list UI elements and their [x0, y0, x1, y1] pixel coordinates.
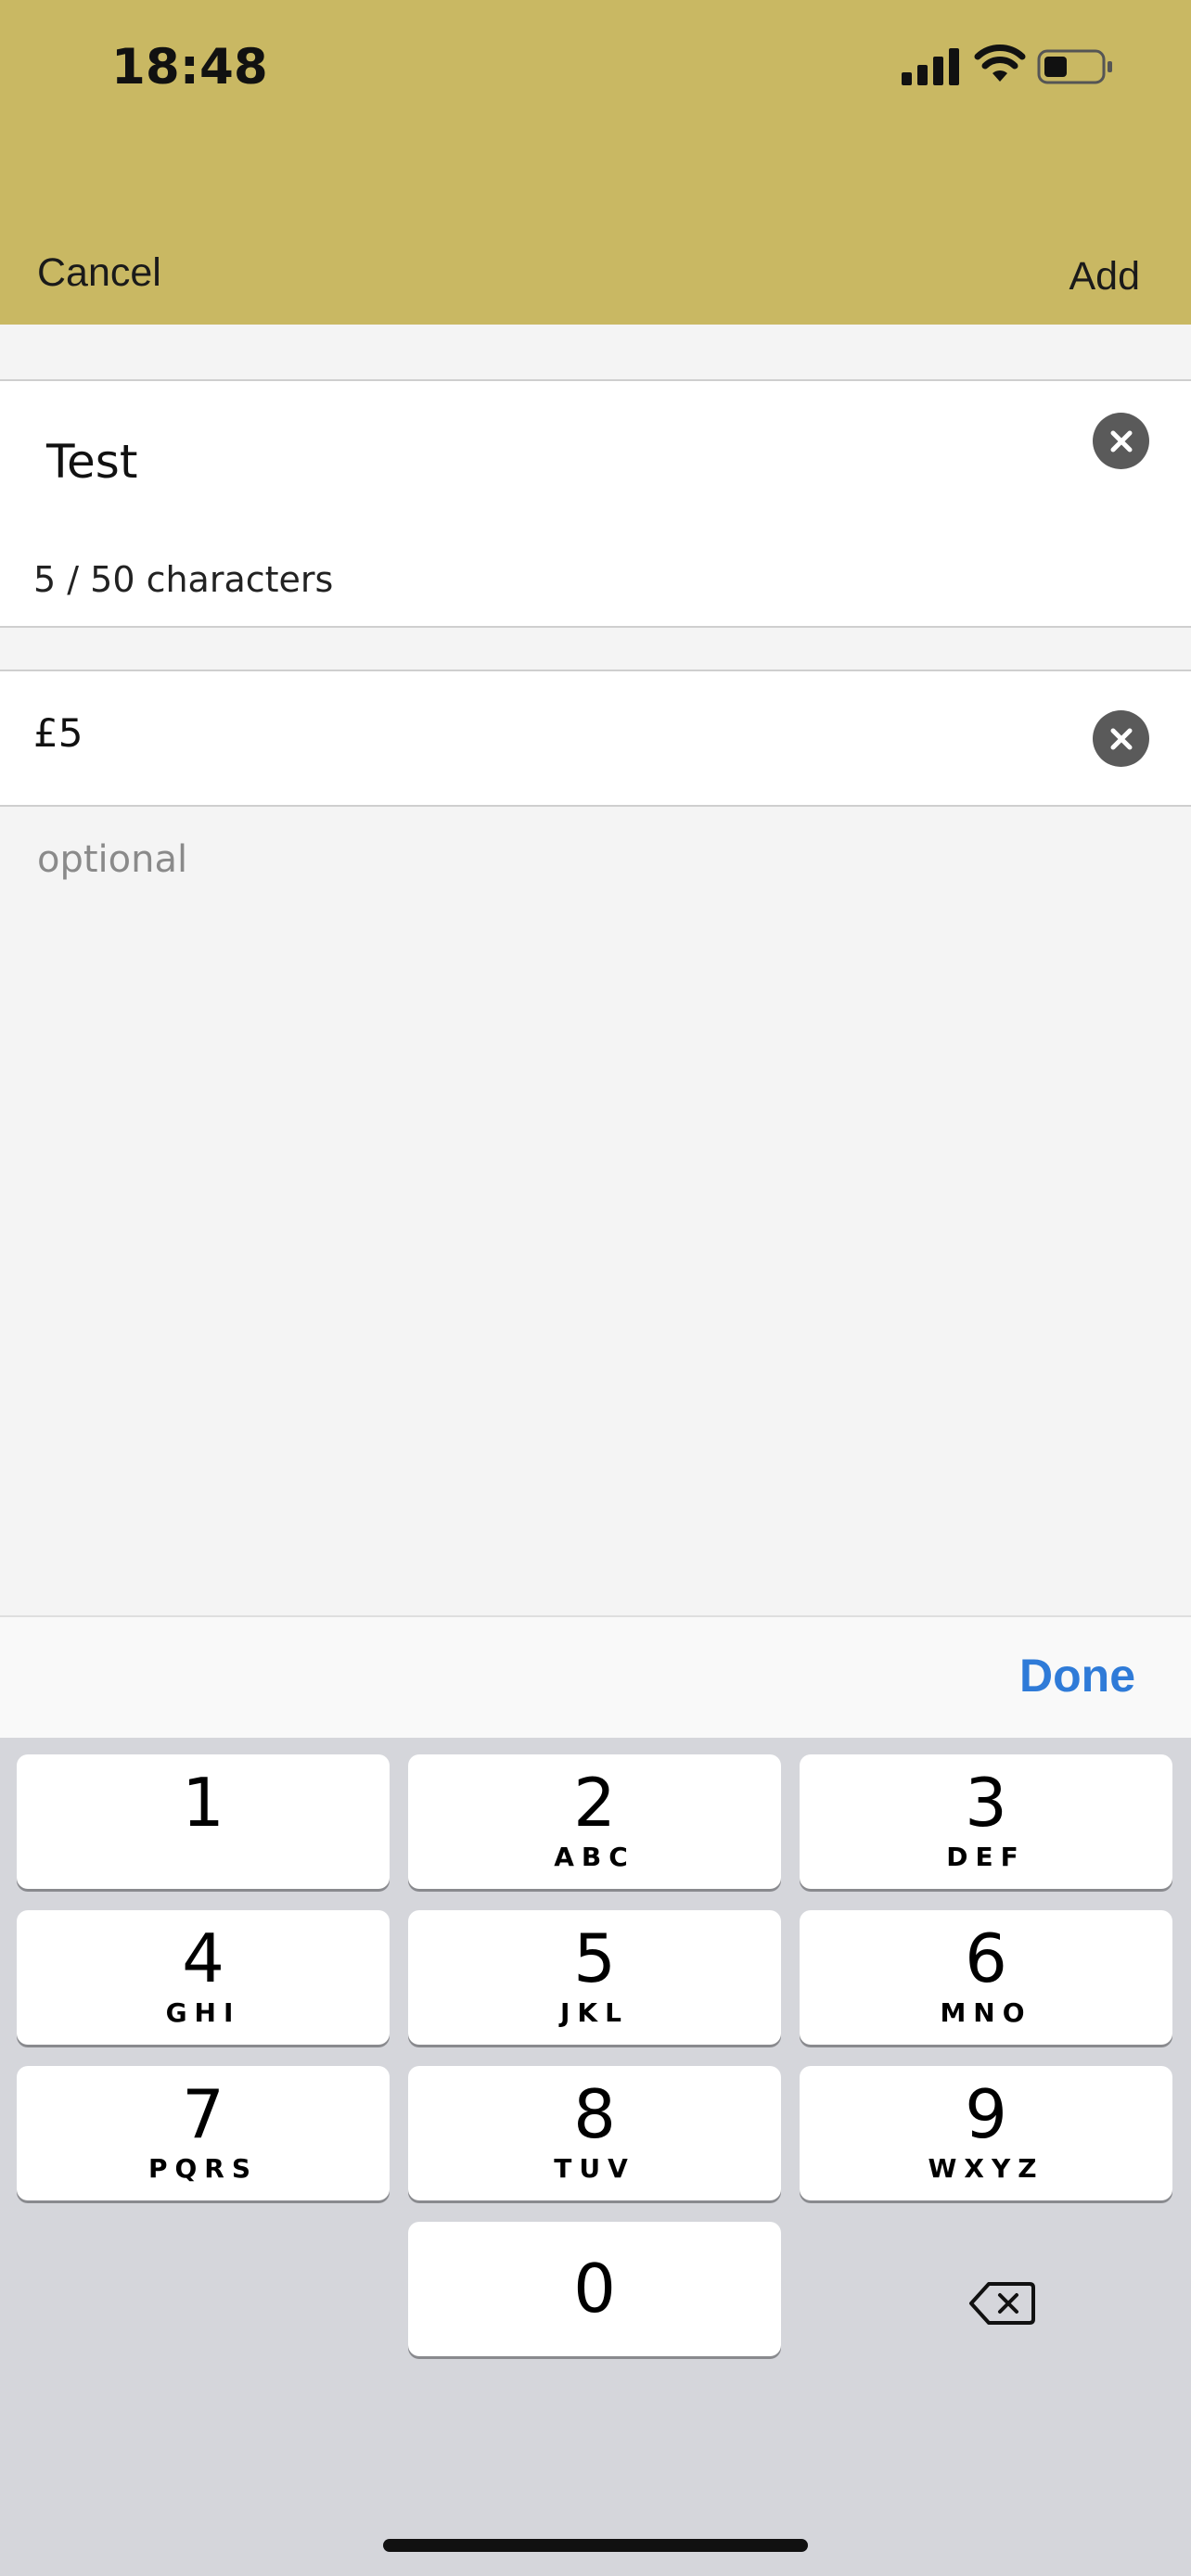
key-5[interactable]: 5 JKL [408, 1910, 781, 2045]
key-digit: 3 [965, 1764, 1007, 1842]
key-letters: GHI [165, 1997, 241, 2028]
character-count: 5 / 50 characters [33, 559, 334, 600]
key-letters: DEF [946, 1842, 1026, 1872]
done-button[interactable]: Done [1019, 1649, 1135, 1702]
key-letters: MNO [940, 1997, 1032, 2028]
key-3[interactable]: 3 DEF [800, 1754, 1172, 1889]
close-icon [1110, 430, 1132, 452]
key-digit: 2 [573, 1764, 616, 1842]
add-button[interactable]: Add [1069, 254, 1140, 300]
clear-amount-button[interactable] [1093, 710, 1149, 767]
key-digit: 9 [965, 2075, 1007, 2153]
name-input[interactable]: Test [46, 435, 137, 489]
key-digit: 5 [573, 1919, 616, 1997]
key-2[interactable]: 2 ABC [408, 1754, 781, 1889]
home-indicator [383, 2539, 808, 2552]
key-9[interactable]: 9 WXYZ [800, 2066, 1172, 2200]
cancel-button[interactable]: Cancel [37, 250, 161, 296]
key-0[interactable]: 0 [408, 2222, 781, 2356]
amount-input[interactable]: £5 [33, 710, 83, 756]
key-7[interactable]: 7 PQRS [17, 2066, 390, 2200]
key-4[interactable]: 4 GHI [17, 1910, 390, 2045]
key-digit: 8 [573, 2075, 616, 2153]
key-6[interactable]: 6 MNO [800, 1910, 1172, 2045]
numeric-keypad: 1 2 ABC 3 DEF 4 GHI 5 JKL 6 MNO 7 PQRS 8… [0, 1738, 1191, 2576]
battery-icon [1037, 49, 1112, 84]
backspace-icon [969, 2282, 1035, 2325]
signal-icon [902, 48, 959, 85]
app-header: 18:48 Cancel Add [0, 0, 1191, 325]
key-letters: WXYZ [928, 2153, 1044, 2184]
key-digit: 1 [182, 1764, 224, 1842]
key-letters: TUV [554, 2153, 635, 2184]
wifi-icon [974, 45, 1026, 82]
key-digit: 4 [182, 1919, 224, 1997]
backspace-key[interactable] [928, 2257, 1076, 2350]
key-digit: 6 [965, 1919, 1007, 1997]
amount-section: £5 [0, 670, 1191, 807]
close-icon [1110, 728, 1132, 749]
key-digit: 0 [573, 2250, 616, 2327]
optional-notes-field[interactable]: optional [37, 838, 187, 881]
keyboard-toolbar: Done [0, 1615, 1191, 1740]
name-section: Test 5 / 50 characters [0, 379, 1191, 628]
key-letters: JKL [560, 1997, 629, 2028]
key-digit: 7 [182, 2075, 224, 2153]
clear-name-button[interactable] [1093, 413, 1149, 469]
status-time: 18:48 [111, 39, 268, 96]
key-letters: PQRS [147, 2153, 259, 2184]
key-letters: ABC [554, 1842, 635, 1872]
key-8[interactable]: 8 TUV [408, 2066, 781, 2200]
key-1[interactable]: 1 [17, 1754, 390, 1889]
